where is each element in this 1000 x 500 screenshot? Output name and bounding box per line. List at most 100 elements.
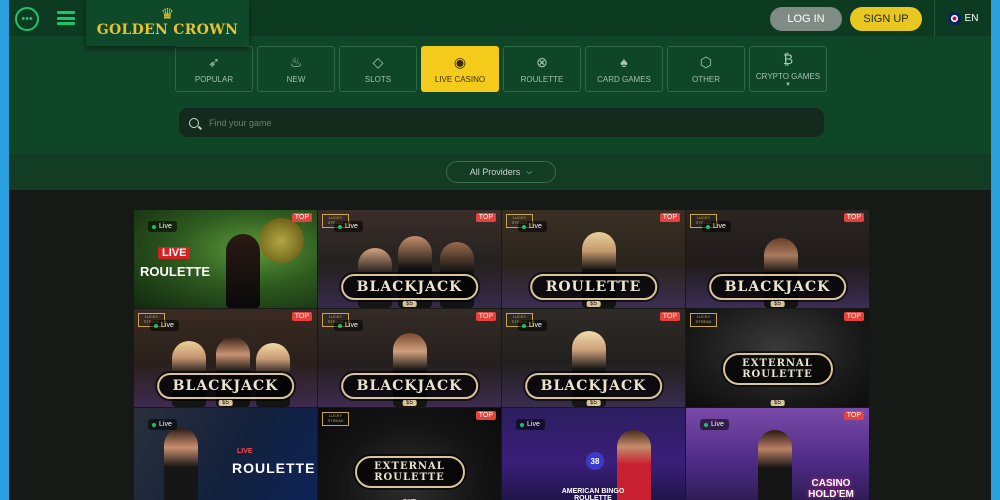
dealer-image bbox=[164, 428, 198, 500]
top-badge: TOP bbox=[475, 411, 496, 420]
game-grid: Live TOP LIVE ROULETTE LUCKY STREAK Live… bbox=[134, 210, 869, 500]
tile-title-part: ROULETTE bbox=[232, 460, 316, 476]
min-bet-chip: $5 bbox=[770, 301, 785, 307]
page-edge-left bbox=[0, 0, 9, 500]
live-badge: Live bbox=[148, 221, 177, 232]
signup-button[interactable]: SIGN UP bbox=[850, 7, 922, 31]
game-title: ROULETTE bbox=[529, 274, 658, 300]
tab-slots[interactable]: ◇ SLOTS bbox=[339, 46, 417, 92]
live-dot-icon bbox=[520, 422, 524, 427]
chevron-down-icon: ▼ bbox=[785, 81, 791, 88]
live-text: Live bbox=[711, 421, 724, 428]
game-tile[interactable]: LUCKY STREAK Live TOP BLACKJACK $5 bbox=[318, 309, 501, 407]
crown-icon: ♛ bbox=[160, 6, 175, 23]
category-tabs: ➶ POPULAR ♨ NEW ◇ SLOTS ◉ LIVE CASINO ⊗ … bbox=[175, 46, 827, 92]
top-badge: TOP bbox=[843, 312, 864, 321]
page-edge-right bbox=[991, 0, 1000, 500]
hamburger-menu-icon[interactable] bbox=[57, 11, 75, 25]
chevron-down-icon: ⌵ bbox=[526, 167, 533, 176]
tab-card-games[interactable]: ♠ CARD GAMES bbox=[585, 46, 663, 92]
site-logo[interactable]: ♛ GOLDEN CROWN bbox=[86, 0, 249, 46]
tab-new[interactable]: ♨ NEW bbox=[257, 46, 335, 92]
min-bet-chip: $5 bbox=[218, 400, 233, 406]
search-input[interactable] bbox=[209, 117, 769, 128]
game-tile[interactable]: LUCKY STREAK TOP EXTERNAL ROULETTE $5 bbox=[686, 309, 869, 407]
provider-bar: All Providers ⌵ bbox=[9, 154, 991, 190]
game-tile[interactable]: LUCKY STREAK TOP EXTERNAL ROULETTE $5 bbox=[318, 408, 501, 500]
tab-label: ROULETTE bbox=[520, 74, 564, 84]
lips-icon: ◉ bbox=[453, 53, 467, 70]
tab-label: CRYPTO GAMES bbox=[755, 71, 821, 81]
game-tile[interactable]: LUCKY STREAK Live TOP ROULETTE $5 bbox=[502, 210, 685, 308]
login-button[interactable]: LOG IN bbox=[770, 7, 842, 31]
tile-title-part: LIVE bbox=[158, 247, 191, 259]
min-bet-chip: $5 bbox=[402, 400, 417, 406]
live-badge: Live bbox=[334, 320, 363, 331]
roulette-wheel-icon: ⊗ bbox=[536, 53, 548, 70]
live-text: Live bbox=[345, 322, 358, 329]
game-title: BLACKJACK bbox=[524, 373, 663, 399]
top-badge: TOP bbox=[475, 312, 496, 321]
providers-dropdown[interactable]: All Providers ⌵ bbox=[446, 161, 556, 183]
spade-icon: ♠ bbox=[620, 53, 628, 70]
live-badge: Live bbox=[150, 320, 179, 331]
live-dot-icon bbox=[704, 422, 708, 427]
game-tile[interactable]: LUCKY STREAK Live TOP BLACKJACK $5 bbox=[502, 309, 685, 407]
game-tile[interactable]: LUCKY STREAK Live TOP BLACKJACK $5 bbox=[134, 309, 317, 407]
logo-text: GOLDEN CROWN bbox=[96, 22, 239, 38]
top-badge: TOP bbox=[843, 213, 864, 222]
tab-label: NEW bbox=[286, 74, 306, 84]
casino-window: ••• ♛ GOLDEN CROWN LOG IN SIGN UP EN ➶ P… bbox=[9, 0, 991, 500]
search-icon bbox=[189, 117, 199, 128]
tile-title-part: LIVE bbox=[237, 448, 253, 455]
game-title: AMERICAN BINGO ROULETTE bbox=[561, 488, 625, 500]
live-dot-icon bbox=[154, 323, 158, 328]
live-text: Live bbox=[159, 223, 172, 230]
live-dot-icon bbox=[338, 224, 342, 229]
game-title: EXTERNAL ROULETTE bbox=[722, 353, 833, 385]
game-tile[interactable]: Live LIVE ROULETTE bbox=[134, 408, 317, 500]
tab-label: LIVE CASINO bbox=[434, 74, 486, 84]
top-header: ••• ♛ GOLDEN CROWN LOG IN SIGN UP EN bbox=[9, 0, 991, 46]
live-text: Live bbox=[345, 223, 358, 230]
game-title: EXTERNAL ROULETTE bbox=[354, 456, 465, 488]
live-text: Live bbox=[713, 223, 726, 230]
language-selector[interactable]: EN bbox=[934, 0, 991, 36]
game-title: BLACKJACK bbox=[340, 274, 479, 300]
dealer-image bbox=[758, 430, 792, 500]
dealer-image bbox=[226, 234, 260, 308]
live-dot-icon bbox=[522, 224, 526, 229]
diamond-icon: ◇ bbox=[372, 53, 384, 70]
game-title: CASINO HOLD'EM bbox=[808, 478, 854, 500]
min-bet-chip: $5 bbox=[770, 400, 785, 406]
min-bet-chip: $5 bbox=[586, 400, 601, 406]
tab-other[interactable]: ⬡ OTHER bbox=[667, 46, 745, 92]
tab-live-casino[interactable]: ◉ LIVE CASINO bbox=[421, 46, 499, 92]
min-bet-chip: $5 bbox=[402, 301, 417, 307]
tab-popular[interactable]: ➶ POPULAR bbox=[175, 46, 253, 92]
flame-icon: ♨ bbox=[289, 53, 303, 70]
bitcoin-icon: ₿ bbox=[782, 50, 794, 67]
game-tile[interactable]: Live TOP LIVE ROULETTE bbox=[134, 210, 317, 308]
tab-roulette[interactable]: ⊗ ROULETTE bbox=[503, 46, 581, 92]
lucky-streak-logo: LUCKY STREAK bbox=[690, 313, 717, 327]
live-badge: Live bbox=[334, 221, 363, 232]
top-badge: TOP bbox=[659, 213, 680, 222]
game-tile[interactable]: Live TOP CASINO HOLD'EM bbox=[686, 408, 869, 500]
top-badge: TOP bbox=[291, 213, 312, 222]
chat-bubble-icon[interactable]: ••• bbox=[15, 7, 39, 31]
live-badge: Live bbox=[518, 221, 547, 232]
game-tile[interactable]: Live 38 AMERICAN BINGO ROULETTE bbox=[502, 408, 685, 500]
top-badge: TOP bbox=[291, 312, 312, 321]
tab-crypto-games[interactable]: ₿ CRYPTO GAMES ▼ bbox=[749, 46, 827, 92]
providers-label: All Providers bbox=[469, 167, 521, 177]
tile-title-part: ROULETTE bbox=[140, 264, 211, 279]
live-dot-icon bbox=[522, 323, 526, 328]
top-badge: TOP bbox=[659, 312, 680, 321]
live-dot-icon bbox=[338, 323, 342, 328]
game-tile[interactable]: LUCKY STREAK Live TOP BLACKJACK $5 bbox=[318, 210, 501, 308]
bingo-ball: 38 bbox=[586, 452, 604, 470]
language-code: EN bbox=[964, 12, 979, 24]
tab-label: SLOTS bbox=[364, 74, 392, 84]
game-tile[interactable]: LUCKY STREAK Live TOP BLACKJACK $5 bbox=[686, 210, 869, 308]
